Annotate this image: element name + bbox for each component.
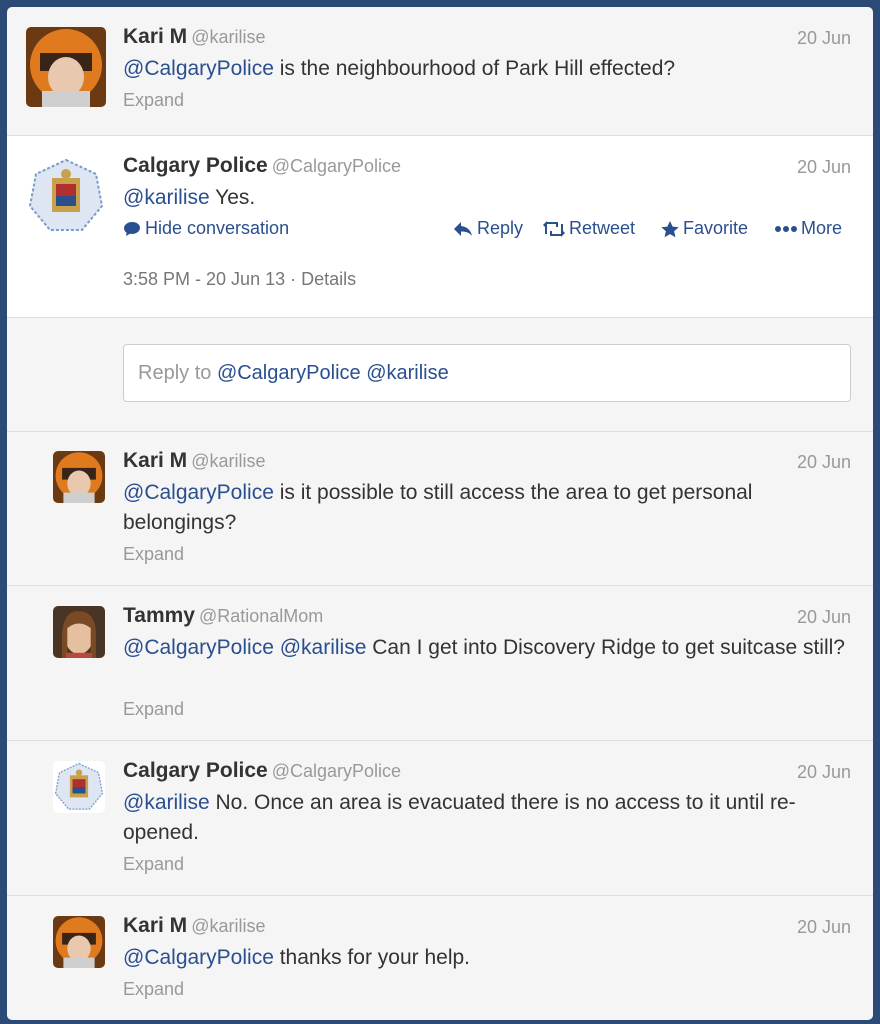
tweet-date[interactable]: 20 Jun: [797, 28, 851, 49]
author-handle[interactable]: @CalgaryPolice: [272, 156, 401, 176]
tweet-expanded[interactable]: Calgary Police @CalgaryPolice 20 Jun @kar…: [7, 136, 873, 318]
author-name[interactable]: Kari M @karilise: [123, 449, 265, 473]
favorite-button[interactable]: Favorite: [661, 218, 748, 239]
avatar[interactable]: [53, 606, 105, 658]
speech-bubble-icon: [124, 222, 140, 237]
avatar[interactable]: [53, 761, 105, 813]
expand-link[interactable]: Expand: [123, 544, 184, 565]
avatar[interactable]: [26, 156, 106, 236]
expand-link[interactable]: Expand: [123, 90, 184, 111]
tweet-actions: Hide conversation Reply Retweet Favorite…: [123, 218, 851, 246]
tweet-text: @CalgaryPolice thanks for your help.: [123, 946, 470, 969]
tweet-date[interactable]: 20 Jun: [797, 607, 851, 628]
tweet[interactable]: Kari M @karilise 20 Jun @CalgaryPolice is…: [7, 7, 873, 136]
avatar[interactable]: [53, 451, 105, 503]
more-button[interactable]: More: [775, 218, 842, 239]
author-name[interactable]: Kari M @karilise: [123, 914, 265, 938]
expand-link[interactable]: Expand: [123, 979, 184, 1000]
reply-button[interactable]: Reply: [453, 218, 523, 239]
tweet-text: @karilise Yes.: [123, 186, 256, 209]
more-dots-icon: [775, 226, 797, 233]
avatar[interactable]: [26, 27, 106, 107]
tweet-date[interactable]: 20 Jun: [797, 917, 851, 938]
conversation-panel: Kari M @karilise 20 Jun @CalgaryPolice is…: [7, 7, 873, 1020]
author-name[interactable]: Kari M @karilise: [123, 25, 265, 49]
mention-link[interactable]: @karilise: [123, 186, 210, 209]
tweet-date[interactable]: 20 Jun: [797, 157, 851, 178]
tweet[interactable]: Calgary Police @CalgaryPolice 20 Jun @kar…: [7, 741, 873, 896]
expand-link[interactable]: Expand: [123, 854, 184, 875]
hide-conversation-link[interactable]: Hide conversation: [123, 218, 289, 239]
author-handle[interactable]: @CalgaryPolice: [272, 761, 401, 781]
tweet-text: @CalgaryPolice @karilise Can I get into …: [123, 636, 845, 659]
author-name[interactable]: Calgary Police @CalgaryPolice: [123, 759, 401, 783]
mention-link[interactable]: @karilise: [280, 636, 367, 659]
tweet-date[interactable]: 20 Jun: [797, 762, 851, 783]
reply-arrow-icon: [454, 222, 472, 237]
reply-mention: @karilise: [366, 362, 449, 384]
expand-link[interactable]: Expand: [123, 699, 184, 720]
reply-mention: @CalgaryPolice: [216, 362, 361, 384]
avatar[interactable]: [53, 916, 105, 968]
tweet-timestamp: 3:58 PM - 20 Jun 13 · Details: [123, 269, 357, 289]
tweet[interactable]: Tammy @RationalMom 20 Jun @CalgaryPolice …: [7, 586, 873, 741]
mention-link[interactable]: @karilise: [123, 791, 210, 814]
reply-input[interactable]: Reply to @CalgaryPolice @karilise: [123, 344, 851, 402]
retweet-button[interactable]: Retweet: [543, 218, 635, 239]
star-icon: [661, 220, 679, 238]
author-name[interactable]: Calgary Police @CalgaryPolice: [123, 154, 401, 178]
mention-link[interactable]: @CalgaryPolice: [123, 481, 274, 504]
details-link[interactable]: Details: [301, 269, 356, 289]
mention-link[interactable]: @CalgaryPolice: [123, 57, 274, 80]
author-handle[interactable]: @karilise: [191, 27, 265, 47]
author-handle[interactable]: @karilise: [191, 916, 265, 936]
mention-link[interactable]: @CalgaryPolice: [123, 946, 274, 969]
author-handle[interactable]: @karilise: [191, 451, 265, 471]
tweet-text: @CalgaryPolice is the neighbourhood of P…: [123, 57, 676, 80]
mention-link[interactable]: @CalgaryPolice: [123, 636, 274, 659]
tweet-text: @CalgaryPolice is it possible to still a…: [123, 481, 753, 534]
tweet[interactable]: Kari M @karilise 20 Jun @CalgaryPolice is…: [7, 431, 873, 586]
author-name[interactable]: Tammy @RationalMom: [123, 604, 323, 628]
tweet-text: @karilise No. Once an area is evacuated …: [123, 791, 796, 844]
tweet-date[interactable]: 20 Jun: [797, 452, 851, 473]
author-handle[interactable]: @RationalMom: [199, 606, 323, 626]
tweet[interactable]: Kari M @karilise 20 Jun @CalgaryPolice th…: [7, 896, 873, 1020]
reply-area: Reply to @CalgaryPolice @karilise: [7, 318, 873, 432]
retweet-icon: [543, 221, 565, 238]
